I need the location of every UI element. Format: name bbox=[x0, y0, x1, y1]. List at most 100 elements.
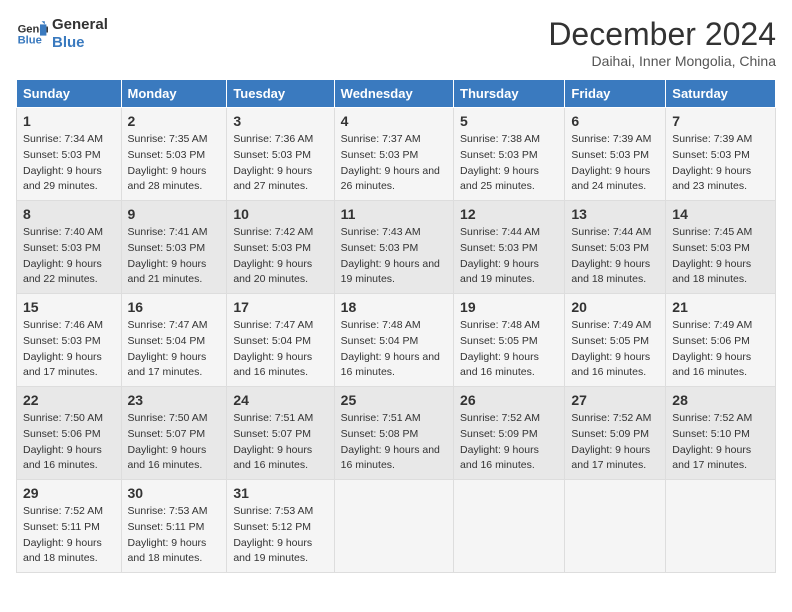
day-number: 20 bbox=[571, 299, 659, 315]
day-cell-21: 21 Sunrise: 7:49 AMSunset: 5:06 PMDaylig… bbox=[666, 294, 776, 387]
day-cell-22: 22 Sunrise: 7:50 AMSunset: 5:06 PMDaylig… bbox=[17, 387, 122, 480]
day-cell-14: 14 Sunrise: 7:45 AMSunset: 5:03 PMDaylig… bbox=[666, 201, 776, 294]
day-number: 9 bbox=[128, 206, 221, 222]
day-info: Sunrise: 7:52 AMSunset: 5:09 PMDaylight:… bbox=[460, 412, 540, 471]
logo-line2: Blue bbox=[52, 34, 108, 52]
day-cell-23: 23 Sunrise: 7:50 AMSunset: 5:07 PMDaylig… bbox=[121, 387, 227, 480]
day-number: 23 bbox=[128, 392, 221, 408]
header-friday: Friday bbox=[565, 80, 666, 108]
day-cell-8: 8 Sunrise: 7:40 AMSunset: 5:03 PMDayligh… bbox=[17, 201, 122, 294]
day-number: 31 bbox=[233, 485, 327, 501]
day-info: Sunrise: 7:49 AMSunset: 5:06 PMDaylight:… bbox=[672, 319, 752, 378]
day-cell-1: 1 Sunrise: 7:34 AMSunset: 5:03 PMDayligh… bbox=[17, 108, 122, 201]
day-number: 3 bbox=[233, 113, 327, 129]
day-cell-2: 2 Sunrise: 7:35 AMSunset: 5:03 PMDayligh… bbox=[121, 108, 227, 201]
day-number: 16 bbox=[128, 299, 221, 315]
day-cell-7: 7 Sunrise: 7:39 AMSunset: 5:03 PMDayligh… bbox=[666, 108, 776, 201]
day-number: 24 bbox=[233, 392, 327, 408]
day-number: 17 bbox=[233, 299, 327, 315]
day-number: 28 bbox=[672, 392, 769, 408]
calendar-title: December 2024 bbox=[548, 16, 776, 53]
day-cell-9: 9 Sunrise: 7:41 AMSunset: 5:03 PMDayligh… bbox=[121, 201, 227, 294]
empty-cell bbox=[666, 480, 776, 573]
day-number: 25 bbox=[341, 392, 447, 408]
day-cell-26: 26 Sunrise: 7:52 AMSunset: 5:09 PMDaylig… bbox=[454, 387, 565, 480]
day-info: Sunrise: 7:35 AMSunset: 5:03 PMDaylight:… bbox=[128, 133, 208, 192]
day-number: 6 bbox=[571, 113, 659, 129]
day-cell-17: 17 Sunrise: 7:47 AMSunset: 5:04 PMDaylig… bbox=[227, 294, 334, 387]
day-info: Sunrise: 7:51 AMSunset: 5:07 PMDaylight:… bbox=[233, 412, 313, 471]
day-cell-3: 3 Sunrise: 7:36 AMSunset: 5:03 PMDayligh… bbox=[227, 108, 334, 201]
day-info: Sunrise: 7:44 AMSunset: 5:03 PMDaylight:… bbox=[460, 226, 540, 285]
day-info: Sunrise: 7:43 AMSunset: 5:03 PMDaylight:… bbox=[341, 226, 440, 285]
day-info: Sunrise: 7:36 AMSunset: 5:03 PMDaylight:… bbox=[233, 133, 313, 192]
day-number: 18 bbox=[341, 299, 447, 315]
title-area: December 2024 Daihai, Inner Mongolia, Ch… bbox=[548, 16, 776, 69]
svg-text:Blue: Blue bbox=[18, 35, 42, 47]
header-sunday: Sunday bbox=[17, 80, 122, 108]
calendar-week-row: 1 Sunrise: 7:34 AMSunset: 5:03 PMDayligh… bbox=[17, 108, 776, 201]
day-info: Sunrise: 7:50 AMSunset: 5:06 PMDaylight:… bbox=[23, 412, 103, 471]
day-info: Sunrise: 7:34 AMSunset: 5:03 PMDaylight:… bbox=[23, 133, 103, 192]
day-info: Sunrise: 7:52 AMSunset: 5:11 PMDaylight:… bbox=[23, 505, 103, 564]
day-cell-19: 19 Sunrise: 7:48 AMSunset: 5:05 PMDaylig… bbox=[454, 294, 565, 387]
calendar-week-row: 22 Sunrise: 7:50 AMSunset: 5:06 PMDaylig… bbox=[17, 387, 776, 480]
calendar-week-row: 29 Sunrise: 7:52 AMSunset: 5:11 PMDaylig… bbox=[17, 480, 776, 573]
day-number: 4 bbox=[341, 113, 447, 129]
day-info: Sunrise: 7:50 AMSunset: 5:07 PMDaylight:… bbox=[128, 412, 208, 471]
day-number: 19 bbox=[460, 299, 558, 315]
day-info: Sunrise: 7:52 AMSunset: 5:10 PMDaylight:… bbox=[672, 412, 752, 471]
day-cell-4: 4 Sunrise: 7:37 AMSunset: 5:03 PMDayligh… bbox=[334, 108, 453, 201]
day-number: 12 bbox=[460, 206, 558, 222]
day-info: Sunrise: 7:48 AMSunset: 5:05 PMDaylight:… bbox=[460, 319, 540, 378]
day-info: Sunrise: 7:39 AMSunset: 5:03 PMDaylight:… bbox=[672, 133, 752, 192]
day-number: 21 bbox=[672, 299, 769, 315]
day-cell-12: 12 Sunrise: 7:44 AMSunset: 5:03 PMDaylig… bbox=[454, 201, 565, 294]
day-info: Sunrise: 7:51 AMSunset: 5:08 PMDaylight:… bbox=[341, 412, 440, 471]
day-number: 8 bbox=[23, 206, 115, 222]
empty-cell bbox=[454, 480, 565, 573]
day-cell-6: 6 Sunrise: 7:39 AMSunset: 5:03 PMDayligh… bbox=[565, 108, 666, 201]
header-saturday: Saturday bbox=[666, 80, 776, 108]
day-info: Sunrise: 7:53 AMSunset: 5:12 PMDaylight:… bbox=[233, 505, 313, 564]
day-cell-28: 28 Sunrise: 7:52 AMSunset: 5:10 PMDaylig… bbox=[666, 387, 776, 480]
day-cell-5: 5 Sunrise: 7:38 AMSunset: 5:03 PMDayligh… bbox=[454, 108, 565, 201]
day-info: Sunrise: 7:45 AMSunset: 5:03 PMDaylight:… bbox=[672, 226, 752, 285]
day-cell-24: 24 Sunrise: 7:51 AMSunset: 5:07 PMDaylig… bbox=[227, 387, 334, 480]
logo-line1: General bbox=[52, 16, 108, 34]
day-number: 27 bbox=[571, 392, 659, 408]
day-info: Sunrise: 7:47 AMSunset: 5:04 PMDaylight:… bbox=[233, 319, 313, 378]
day-number: 30 bbox=[128, 485, 221, 501]
header-wednesday: Wednesday bbox=[334, 80, 453, 108]
day-info: Sunrise: 7:44 AMSunset: 5:03 PMDaylight:… bbox=[571, 226, 651, 285]
day-info: Sunrise: 7:49 AMSunset: 5:05 PMDaylight:… bbox=[571, 319, 651, 378]
day-info: Sunrise: 7:40 AMSunset: 5:03 PMDaylight:… bbox=[23, 226, 103, 285]
day-info: Sunrise: 7:53 AMSunset: 5:11 PMDaylight:… bbox=[128, 505, 208, 564]
logo-icon: General Blue bbox=[16, 18, 48, 50]
day-cell-13: 13 Sunrise: 7:44 AMSunset: 5:03 PMDaylig… bbox=[565, 201, 666, 294]
empty-cell bbox=[565, 480, 666, 573]
day-cell-15: 15 Sunrise: 7:46 AMSunset: 5:03 PMDaylig… bbox=[17, 294, 122, 387]
day-number: 13 bbox=[571, 206, 659, 222]
day-cell-16: 16 Sunrise: 7:47 AMSunset: 5:04 PMDaylig… bbox=[121, 294, 227, 387]
weekday-header-row: Sunday Monday Tuesday Wednesday Thursday… bbox=[17, 80, 776, 108]
header-monday: Monday bbox=[121, 80, 227, 108]
calendar-week-row: 8 Sunrise: 7:40 AMSunset: 5:03 PMDayligh… bbox=[17, 201, 776, 294]
day-number: 2 bbox=[128, 113, 221, 129]
logo: General Blue General Blue bbox=[16, 16, 108, 52]
day-number: 29 bbox=[23, 485, 115, 501]
day-info: Sunrise: 7:46 AMSunset: 5:03 PMDaylight:… bbox=[23, 319, 103, 378]
day-cell-30: 30 Sunrise: 7:53 AMSunset: 5:11 PMDaylig… bbox=[121, 480, 227, 573]
day-cell-29: 29 Sunrise: 7:52 AMSunset: 5:11 PMDaylig… bbox=[17, 480, 122, 573]
header: General Blue General Blue December 2024 … bbox=[16, 16, 776, 69]
day-cell-10: 10 Sunrise: 7:42 AMSunset: 5:03 PMDaylig… bbox=[227, 201, 334, 294]
day-number: 15 bbox=[23, 299, 115, 315]
day-info: Sunrise: 7:47 AMSunset: 5:04 PMDaylight:… bbox=[128, 319, 208, 378]
day-number: 14 bbox=[672, 206, 769, 222]
day-cell-25: 25 Sunrise: 7:51 AMSunset: 5:08 PMDaylig… bbox=[334, 387, 453, 480]
day-info: Sunrise: 7:37 AMSunset: 5:03 PMDaylight:… bbox=[341, 133, 440, 192]
day-number: 26 bbox=[460, 392, 558, 408]
calendar-subtitle: Daihai, Inner Mongolia, China bbox=[548, 53, 776, 69]
calendar-table: Sunday Monday Tuesday Wednesday Thursday… bbox=[16, 79, 776, 573]
day-cell-31: 31 Sunrise: 7:53 AMSunset: 5:12 PMDaylig… bbox=[227, 480, 334, 573]
